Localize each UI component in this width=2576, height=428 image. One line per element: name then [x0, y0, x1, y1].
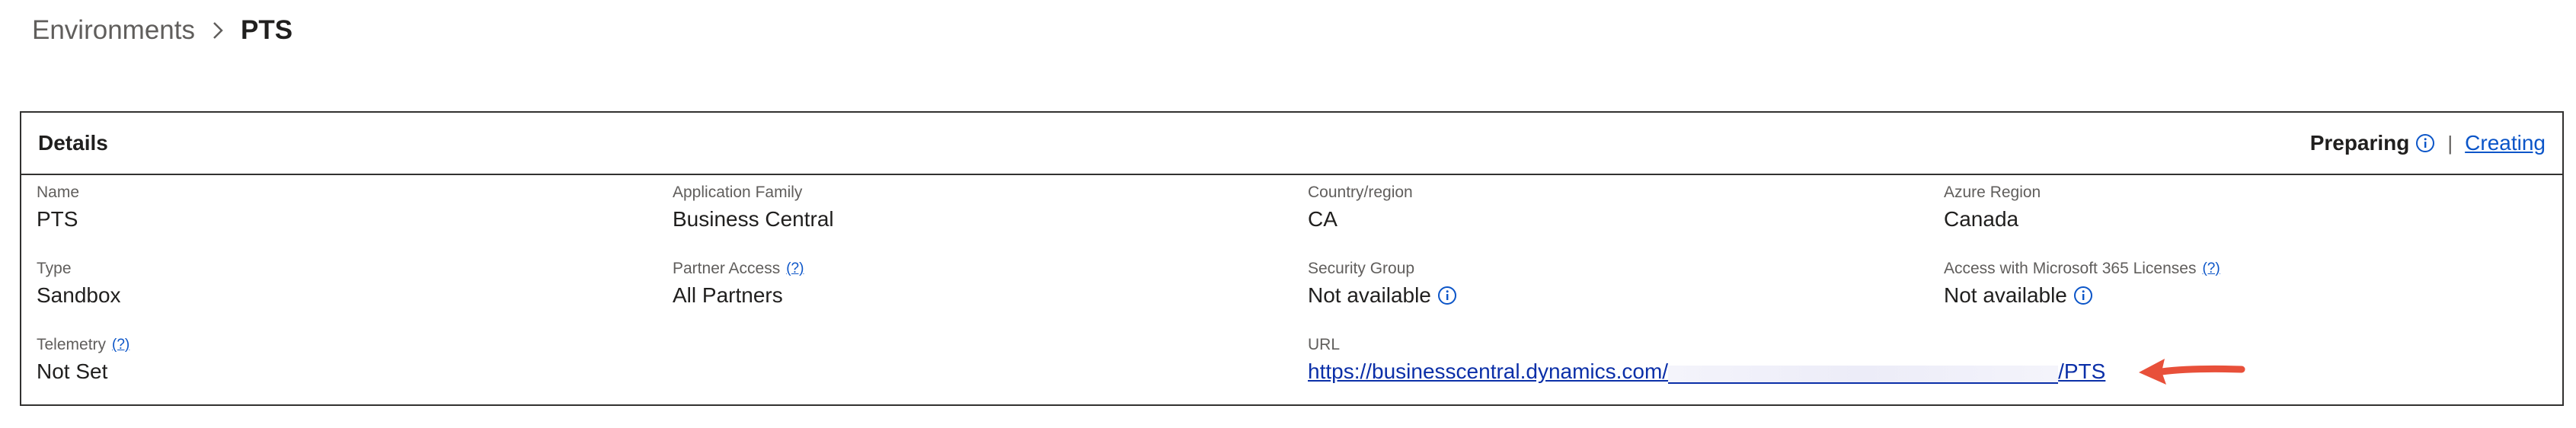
name-label: Name [37, 184, 80, 201]
status-separator: | [2447, 131, 2453, 155]
info-icon[interactable] [2415, 133, 2435, 153]
field-name: Name PTS [37, 183, 79, 233]
field-partner-access: Partner Access (?) All Partners [673, 259, 804, 309]
field-azure-region: Azure Region Canada [1944, 183, 2041, 233]
app-family-label: Application Family [673, 184, 803, 201]
partner-access-value: All Partners [673, 283, 783, 307]
breadcrumb-current: PTS [240, 15, 293, 45]
telemetry-label: Telemetry [37, 336, 107, 353]
url-prefix: https://businesscentral.dynamics.com/ [1308, 359, 1669, 383]
redacted-url-segment [1668, 366, 2059, 384]
red-arrow-annotation [2139, 359, 2245, 385]
field-type: Type Sandbox [37, 259, 121, 309]
partner-access-help-link[interactable]: (?) [786, 260, 804, 277]
details-title: Details [38, 131, 108, 155]
m365-access-label: Access with Microsoft 365 Licenses [1944, 260, 2197, 277]
azure-region-value: Canada [1944, 207, 2019, 231]
country-value: CA [1308, 207, 1338, 231]
details-header: Details Preparing | Creating [21, 113, 2562, 175]
country-label: Country/region [1308, 184, 1413, 201]
app-family-value: Business Central [673, 207, 834, 231]
m365-access-value: Not available [1944, 283, 2067, 307]
status-label: Preparing [2309, 131, 2410, 155]
telemetry-value: Not Set [37, 359, 108, 383]
url-value-row: https://businesscentral.dynamics.com/ /P… [1308, 358, 2105, 385]
m365-access-info-icon[interactable] [2073, 286, 2093, 305]
partner-access-label: Partner Access [673, 260, 781, 277]
field-m365-access: Access with Microsoft 365 Licenses (?) N… [1944, 259, 2220, 309]
m365-access-value-row: Not available [1944, 282, 2220, 309]
status-area: Preparing | Creating [2310, 131, 2546, 155]
telemetry-label-row: Telemetry (?) [37, 335, 129, 355]
azure-region-label: Azure Region [1944, 184, 2041, 201]
breadcrumb: Environments PTS [32, 11, 292, 50]
field-security-group: Security Group Not available [1308, 259, 1457, 309]
field-app-family: Application Family Business Central [673, 183, 834, 233]
field-telemetry: Telemetry (?) Not Set [37, 335, 129, 385]
environment-url-link[interactable]: https://businesscentral.dynamics.com/ /P… [1308, 359, 2105, 384]
m365-access-help-link[interactable]: (?) [2202, 260, 2220, 277]
security-group-value-row: Not available [1308, 282, 1457, 309]
name-value: PTS [37, 207, 78, 231]
m365-access-label-row: Access with Microsoft 365 Licenses (?) [1944, 259, 2220, 279]
field-url: URL https://businesscentral.dynamics.com… [1308, 335, 2105, 385]
type-label: Type [37, 260, 72, 277]
security-group-value: Not available [1308, 283, 1431, 307]
type-value: Sandbox [37, 283, 121, 307]
url-suffix: /PTS [2058, 359, 2106, 383]
telemetry-help-link[interactable]: (?) [112, 337, 129, 353]
chevron-right-icon [212, 21, 224, 40]
partner-access-label-row: Partner Access (?) [673, 259, 804, 279]
details-panel: Details Preparing | Creating Name PTS Ap… [20, 111, 2564, 406]
breadcrumb-environments-link[interactable]: Environments [32, 15, 195, 46]
security-group-info-icon[interactable] [1437, 286, 1457, 305]
url-label: URL [1308, 336, 1341, 353]
security-group-label: Security Group [1308, 260, 1415, 277]
creating-link[interactable]: Creating [2465, 131, 2546, 155]
field-country: Country/region CA [1308, 183, 1413, 233]
